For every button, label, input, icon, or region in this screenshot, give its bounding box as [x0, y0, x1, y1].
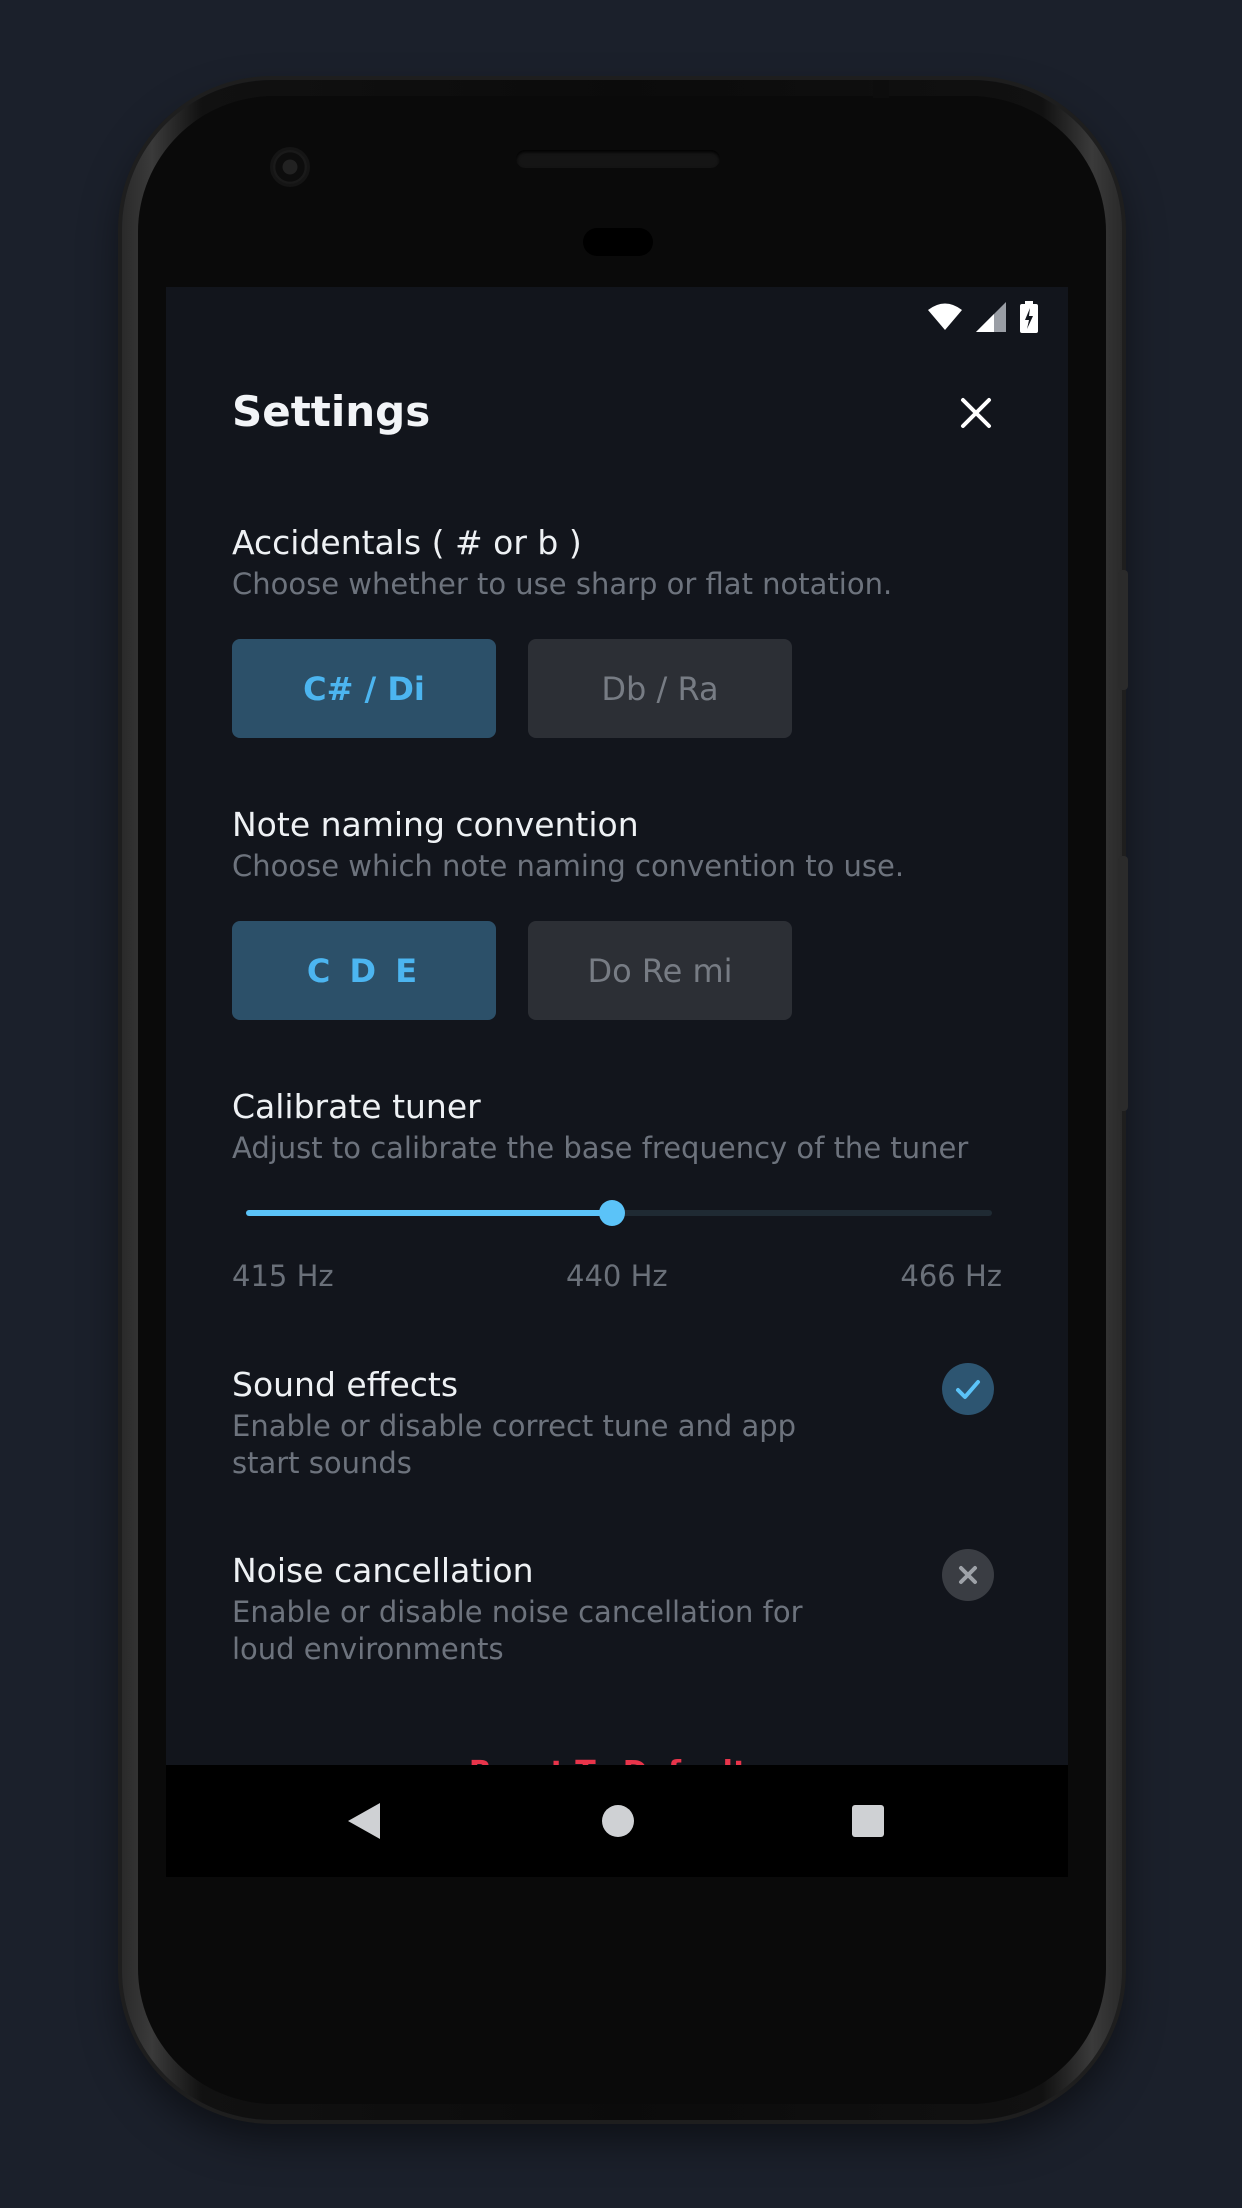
noise-cancellation-title: Noise cancellation: [232, 1551, 534, 1590]
status-bar: [928, 299, 1038, 335]
close-icon: [961, 398, 991, 428]
naming-title: Note naming convention: [232, 805, 639, 844]
back-icon: [348, 1803, 380, 1839]
x-icon: [959, 1566, 977, 1584]
sound-effects-title: Sound effects: [232, 1365, 459, 1404]
calibrate-slider[interactable]: [246, 1200, 992, 1226]
slider-thumb[interactable]: [598, 1200, 625, 1226]
check-icon: [956, 1380, 980, 1399]
navigation-bar: [166, 1765, 1068, 1877]
home-icon: [602, 1805, 634, 1837]
slider-mid-label: 440 Hz: [566, 1259, 668, 1293]
noise-cancellation-subtitle-line1: Enable or disable noise cancellation for: [232, 1595, 803, 1629]
naming-subtitle: Choose which note naming convention to u…: [232, 849, 905, 883]
recents-button[interactable]: [850, 1801, 886, 1845]
accidentals-subtitle: Choose whether to use sharp or flat nota…: [232, 567, 893, 601]
naming-solfege-button[interactable]: Do Re mi: [528, 921, 792, 1020]
wifi-icon: [928, 303, 962, 330]
calibrate-title: Calibrate tuner: [232, 1087, 481, 1126]
sound-effects-subtitle: Enable or disable correct tune and app s…: [232, 1408, 796, 1482]
front-camera: [270, 147, 310, 187]
noise-cancellation-subtitle-line2: loud environments: [232, 1632, 504, 1666]
earpiece-speaker: [516, 150, 720, 168]
recents-icon: [852, 1805, 884, 1837]
accidentals-flat-button[interactable]: Db / Ra: [528, 639, 792, 738]
battery-icon: [1020, 301, 1038, 333]
page-title: Settings: [232, 387, 431, 436]
proximity-sensor: [583, 228, 653, 256]
slider-fill: [246, 1210, 612, 1216]
calibrate-subtitle: Adjust to calibrate the base frequency o…: [232, 1131, 969, 1165]
signal-icon: [976, 302, 1006, 332]
settings-screen: Settings Accidentals ( # or b ) Choose w…: [166, 287, 1068, 1877]
home-button[interactable]: [600, 1801, 636, 1845]
accidentals-title: Accidentals ( # or b ): [232, 523, 582, 562]
slider-max-label: 466 Hz: [900, 1259, 1002, 1293]
close-button[interactable]: [954, 391, 998, 435]
power-button: [1118, 570, 1128, 690]
noise-cancellation-subtitle: Enable or disable noise cancellation for…: [232, 1594, 803, 1668]
sound-effects-subtitle-line1: Enable or disable correct tune and app: [232, 1409, 797, 1443]
top-antenna-line: [873, 80, 889, 98]
volume-button: [1118, 856, 1128, 1111]
noise-cancellation-toggle[interactable]: [942, 1549, 994, 1601]
slider-min-label: 415 Hz: [232, 1259, 334, 1293]
sound-effects-toggle[interactable]: [942, 1363, 994, 1415]
back-button[interactable]: [346, 1801, 382, 1845]
accidentals-sharp-button[interactable]: C# / Di: [232, 639, 496, 738]
sound-effects-subtitle-line2: start sounds: [232, 1446, 412, 1480]
naming-letters-button[interactable]: C D E: [232, 921, 496, 1020]
